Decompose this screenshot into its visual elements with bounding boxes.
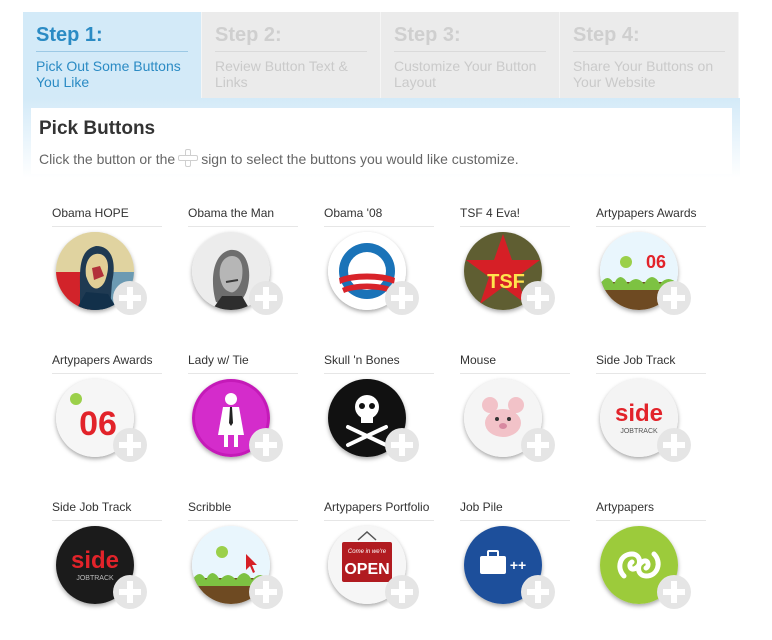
button-item: Job Pile ++: [460, 500, 570, 640]
button-title: Job Pile: [460, 500, 570, 521]
badge-text: side: [615, 400, 663, 427]
button-item: TSF 4 Eva! TSF: [460, 206, 570, 346]
badge-text: side: [71, 547, 119, 574]
button-item: Mouse: [460, 353, 570, 493]
button-title: Scribble: [188, 500, 298, 521]
step-number: Step 2:: [215, 24, 367, 52]
button-item: Artypapers Awards 06: [52, 353, 162, 493]
button-item: Skull 'n Bones: [324, 353, 434, 493]
step-4-tab[interactable]: Step 4: Share Your Buttons on Your Websi…: [560, 12, 739, 98]
instruction-after: sign to select the buttons you would lik…: [201, 151, 519, 167]
add-plus-icon[interactable]: [382, 425, 422, 465]
add-plus-icon[interactable]: [110, 572, 150, 612]
step-1-tab[interactable]: Step 1: Pick Out Some Buttons You Like: [23, 12, 202, 98]
button-title: Obama '08: [324, 206, 434, 227]
button-item: Obama '08: [324, 206, 434, 346]
add-plus-icon[interactable]: [110, 278, 150, 318]
steps-nav: Step 1: Pick Out Some Buttons You Like S…: [23, 12, 740, 98]
add-plus-icon[interactable]: [246, 425, 286, 465]
add-plus-icon[interactable]: [654, 425, 694, 465]
plus-sign-icon: [178, 149, 199, 167]
badge-text: ++: [510, 557, 526, 573]
pick-buttons-panel: Pick Buttons Click the button or the sign…: [31, 108, 732, 174]
button-item: Obama the Man: [188, 206, 298, 346]
add-plus-icon[interactable]: [654, 278, 694, 318]
add-plus-icon[interactable]: [654, 572, 694, 612]
step-number: Step 3:: [394, 24, 546, 52]
add-plus-icon[interactable]: [246, 278, 286, 318]
badge-text: 06: [646, 252, 666, 272]
instruction-before: Click the button or the: [39, 151, 176, 167]
step-number: Step 1:: [36, 24, 188, 52]
add-plus-icon[interactable]: [110, 425, 150, 465]
badge-subtext: JOBTRACK: [76, 575, 114, 582]
step-2-tab[interactable]: Step 2: Review Button Text & Links: [202, 12, 381, 98]
button-title: Artypapers: [596, 500, 706, 521]
add-plus-icon[interactable]: [382, 278, 422, 318]
button-title: Obama the Man: [188, 206, 298, 227]
step-3-tab[interactable]: Step 3: Customize Your Button Layout: [381, 12, 560, 98]
step-number: Step 4:: [573, 24, 725, 52]
add-plus-icon[interactable]: [518, 278, 558, 318]
button-title: Artypapers Portfolio: [324, 500, 434, 521]
section-title: Pick Buttons: [39, 118, 156, 139]
button-item: Side Job Track side JOBTRACK: [52, 500, 162, 640]
button-title: TSF 4 Eva!: [460, 206, 570, 227]
step-description: Share Your Buttons on Your Website: [573, 58, 714, 90]
add-plus-icon[interactable]: [246, 572, 286, 612]
button-title: Lady w/ Tie: [188, 353, 298, 374]
button-item: Scribble: [188, 500, 298, 640]
step-description: Customize Your Button Layout: [394, 58, 537, 90]
button-title: Mouse: [460, 353, 570, 374]
add-plus-icon[interactable]: [518, 572, 558, 612]
button-item: Artypapers Portfolio Come in we're OPEN: [324, 500, 434, 640]
button-title: Skull 'n Bones: [324, 353, 434, 374]
button-title: Artypapers Awards: [596, 206, 706, 227]
badge-subtext: JOBTRACK: [620, 428, 658, 435]
button-item: Side Job Track side JOBTRACK: [596, 353, 706, 493]
instruction-text: Click the button or the sign to select th…: [39, 149, 519, 167]
button-title: Artypapers Awards: [52, 353, 162, 374]
step-description: Review Button Text & Links: [215, 58, 348, 90]
button-title: Side Job Track: [596, 353, 706, 374]
button-item: Artypapers: [596, 500, 706, 640]
add-plus-icon[interactable]: [382, 572, 422, 612]
button-item: Lady w/ Tie: [188, 353, 298, 493]
button-item: Artypapers Awards 06: [596, 206, 706, 346]
badge-toptext: Come in we're: [348, 549, 387, 555]
step-description: Pick Out Some Buttons You Like: [36, 58, 181, 90]
button-item: Obama HOPE: [52, 206, 162, 346]
button-title: Side Job Track: [52, 500, 162, 521]
add-plus-icon[interactable]: [518, 425, 558, 465]
button-title: Obama HOPE: [52, 206, 162, 227]
